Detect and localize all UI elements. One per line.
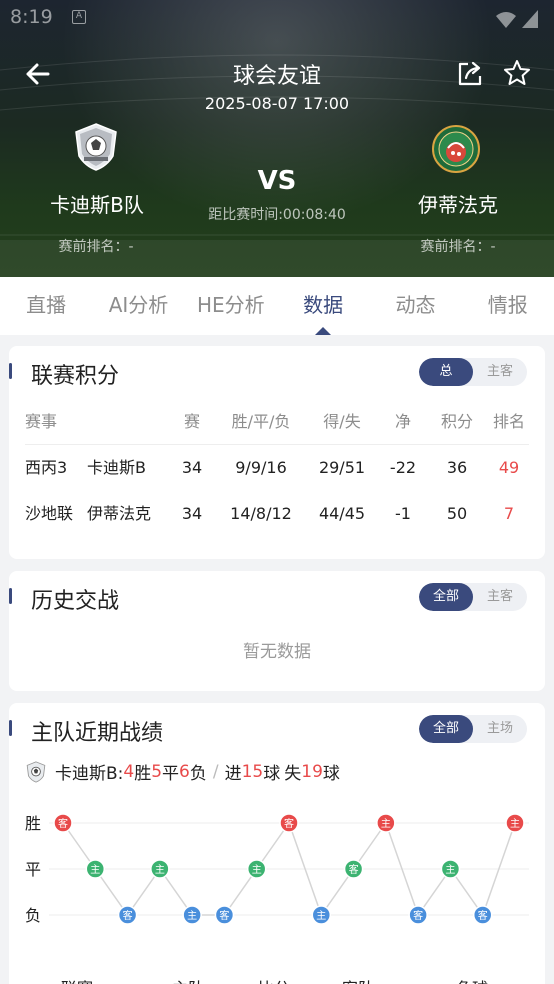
form-point-label: 主	[90, 864, 100, 876]
cell-wdl: 9/9/16	[235, 458, 287, 477]
table-row[interactable]: 西丙3 卡迪斯B 34 9/9/16 29/51 -22 36 49	[25, 446, 529, 490]
tab-he-analysis[interactable]: HE分析	[185, 277, 277, 335]
y-axis-label: 平	[25, 860, 41, 879]
star-icon[interactable]	[502, 58, 532, 88]
header-played: 赛	[183, 412, 200, 431]
form-point-label: 主	[445, 864, 455, 876]
form-point-label: 主	[510, 818, 520, 830]
cell-league: 沙地联	[25, 504, 74, 523]
league-standings-title: 联赛积分	[31, 364, 120, 389]
form-point-label: 客	[349, 863, 359, 876]
x-label-score: 比分	[258, 975, 290, 984]
cell-team: 卡迪斯B	[87, 458, 146, 477]
status-signal-icon	[496, 10, 538, 28]
head-to-head-card: 历史交战 全部 主客 暂无数据	[9, 571, 545, 691]
form-point-label: 主	[155, 864, 165, 876]
active-tab-indicator	[315, 327, 332, 335]
header-league: 赛事	[25, 412, 58, 431]
match-header: 8:19 A 球会友谊 2025-08-07 17:00 卡迪斯B队 赛前排名：…	[0, 0, 554, 277]
cell-net: -22	[389, 458, 417, 477]
y-axis-label: 负	[25, 906, 41, 925]
header-points: 积分	[440, 412, 473, 431]
form-point-label: 主	[252, 864, 262, 876]
toggle-home-away[interactable]: 主客	[473, 358, 527, 386]
cell-points: 50	[446, 504, 468, 523]
cell-points: 36	[446, 458, 468, 477]
header-gf-ga: 得/失	[323, 412, 361, 431]
x-label-corners: 角球	[456, 975, 488, 984]
home-team-rank: 赛前排名：-	[58, 239, 134, 255]
form-point-label: 客	[219, 909, 229, 922]
cell-played: 34	[181, 504, 203, 523]
x-label-league: 联赛	[61, 975, 93, 984]
recent-form-chart: 胜平负客主客主主 客主客主客主客主客主	[25, 813, 529, 925]
form-point-label: 客	[413, 909, 423, 922]
cell-team: 伊蒂法克	[87, 504, 152, 523]
cell-played: 34	[181, 458, 203, 477]
cell-rank: 49	[498, 458, 520, 477]
standings-toggle: 总 主客	[419, 358, 527, 386]
form-point-label: 客	[58, 817, 68, 830]
toggle-home-away[interactable]: 主客	[473, 583, 527, 611]
tab-news[interactable]: 动态	[369, 277, 461, 335]
league-standings-card: 联赛积分 总 主客 赛事 赛 胜/平/负 得/失 净 积分 排名 西丙3 卡迪斯…	[9, 346, 545, 559]
tab-live[interactable]: 直播	[0, 277, 92, 335]
x-label-away: 客队	[342, 975, 374, 984]
h2h-toggle: 全部 主客	[419, 583, 527, 611]
tab-ai-analysis[interactable]: AI分析	[92, 277, 184, 335]
tab-data-label: 数据	[303, 293, 344, 317]
cell-gf-ga: 44/45	[318, 504, 366, 523]
form-point-label: 主	[381, 818, 391, 830]
share-icon[interactable]	[456, 60, 484, 88]
table-row[interactable]: 沙地联 伊蒂法克 34 14/8/12 44/45 -1 50 7	[25, 492, 529, 536]
form-point-label: 客	[123, 909, 133, 922]
status-indicator-icon: A	[72, 10, 86, 24]
home-team-logo-icon[interactable]	[71, 122, 121, 172]
match-datetime: 2025-08-07 17:00	[204, 94, 350, 113]
table-header: 赛事 赛 胜/平/负 得/失 净 积分 排名	[25, 400, 529, 444]
head-to-head-title: 历史交战	[31, 589, 120, 614]
tab-intel[interactable]: 情报	[462, 277, 554, 335]
home-recent-card: 主队近期战绩 全部 主场 卡迪斯B: 4 胜 5 平 6 负 / 进 15 球 …	[9, 703, 545, 984]
toggle-total[interactable]: 总	[419, 358, 473, 386]
form-point-label: 客	[284, 817, 294, 830]
empty-state-text: 暂无数据	[243, 642, 311, 662]
form-point-label: 客	[478, 909, 488, 922]
tab-bar: 直播 AI分析 HE分析 数据 动态 情报	[0, 277, 554, 335]
toggle-all[interactable]: 全部	[419, 583, 473, 611]
divider	[25, 444, 529, 445]
section-marker	[9, 588, 12, 604]
away-team-name[interactable]: 伊蒂法克	[378, 189, 538, 218]
section-marker	[9, 363, 12, 379]
cell-net: -1	[395, 504, 411, 523]
away-team-rank: 赛前排名：-	[420, 239, 496, 255]
cell-league: 西丙3	[25, 458, 68, 477]
header-wdl: 胜/平/负	[231, 412, 291, 431]
tab-data[interactable]: 数据	[277, 277, 369, 335]
header-rank: 排名	[492, 412, 525, 431]
cell-wdl: 14/8/12	[230, 504, 292, 523]
form-point-label: 主	[316, 910, 326, 922]
status-time: 8:19	[10, 6, 53, 28]
form-point-label: 主	[187, 910, 197, 922]
y-axis-label: 胜	[25, 814, 41, 833]
header-net: 净	[394, 412, 411, 431]
cell-rank: 7	[503, 504, 515, 523]
away-team-logo-icon[interactable]	[431, 124, 481, 174]
x-label-home: 主队	[172, 975, 204, 984]
cell-gf-ga: 29/51	[318, 458, 366, 477]
